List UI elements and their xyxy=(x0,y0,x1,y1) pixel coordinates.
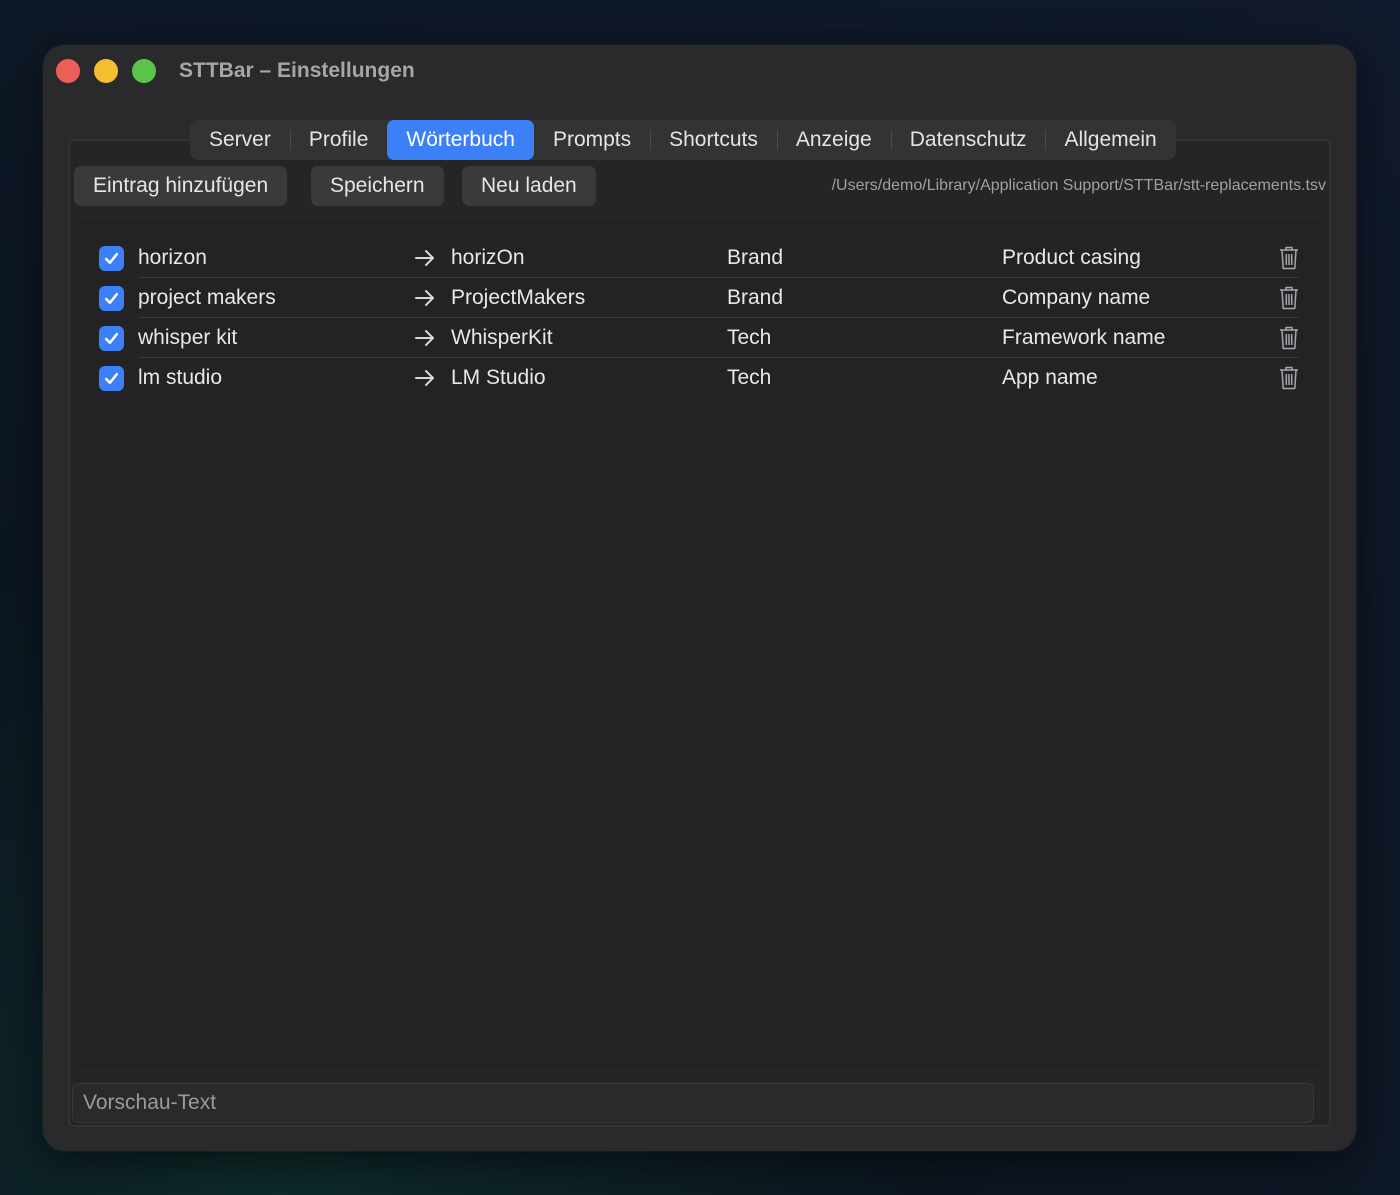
enabled-checkbox[interactable] xyxy=(99,326,124,351)
list-item: whisper kit WhisperKit Tech Framework na… xyxy=(74,318,1326,358)
arrow-right-icon xyxy=(414,367,436,389)
list-item: horizon horizOn Brand Product casing xyxy=(74,238,1326,278)
entry-to: horizOn xyxy=(451,246,525,269)
add-entry-button[interactable]: Eintrag hinzufügen xyxy=(74,166,288,206)
enabled-checkbox[interactable] xyxy=(99,246,124,271)
arrow-right-icon xyxy=(414,327,436,349)
enabled-checkbox[interactable] xyxy=(99,286,124,311)
window-maximize-button[interactable] xyxy=(132,59,156,83)
arrow-right-icon xyxy=(414,287,436,309)
replacement-list: horizon horizOn Brand Product casing pro… xyxy=(74,221,1326,1067)
entry-to: LM Studio xyxy=(451,366,546,389)
list-item: lm studio LM Studio Tech App name xyxy=(74,358,1326,398)
entry-from: project makers xyxy=(138,286,276,309)
entry-category: Brand xyxy=(727,286,784,309)
tab-prompts[interactable]: Prompts xyxy=(534,120,650,160)
trash-icon[interactable] xyxy=(1279,286,1299,310)
save-button[interactable]: Speichern xyxy=(311,166,444,206)
tab-allgemein[interactable]: Allgemein xyxy=(1045,120,1175,160)
trash-icon[interactable] xyxy=(1279,326,1299,350)
entry-note: App name xyxy=(1002,366,1098,389)
checkmark-icon xyxy=(104,332,119,345)
window-minimize-button[interactable] xyxy=(94,59,118,83)
window-close-button[interactable] xyxy=(56,59,80,83)
reload-button[interactable]: Neu laden xyxy=(462,166,596,206)
entry-note: Framework name xyxy=(1002,326,1166,349)
entry-to: WhisperKit xyxy=(451,326,553,349)
entry-category: Tech xyxy=(727,366,772,389)
entry-to: ProjectMakers xyxy=(451,286,586,309)
tab-shortcuts[interactable]: Shortcuts xyxy=(650,120,777,160)
trash-icon[interactable] xyxy=(1279,366,1299,390)
tab-bar: Server Profile Wörterbuch Prompts Shortc… xyxy=(190,120,1176,160)
tab-datenschutz[interactable]: Datenschutz xyxy=(890,120,1046,160)
enabled-checkbox[interactable] xyxy=(99,366,124,391)
settings-window: STTBar – Einstellungen Server Profile Wö… xyxy=(43,45,1356,1151)
window-title: STTBar – Einstellungen xyxy=(179,59,415,82)
entry-from: whisper kit xyxy=(138,326,238,349)
tab-server[interactable]: Server xyxy=(190,120,290,160)
checkmark-icon xyxy=(104,292,119,305)
entry-from: horizon xyxy=(138,246,207,269)
entry-from: lm studio xyxy=(138,366,223,389)
list-item: project makers ProjectMakers Brand Compa… xyxy=(74,278,1326,318)
preview-text-input[interactable] xyxy=(72,1083,1314,1123)
checkmark-icon xyxy=(104,372,119,385)
entry-category: Tech xyxy=(727,326,772,349)
tab-anzeige[interactable]: Anzeige xyxy=(776,120,891,160)
entry-category: Brand xyxy=(727,246,784,269)
entry-note: Company name xyxy=(1002,286,1151,309)
trash-icon[interactable] xyxy=(1279,246,1299,270)
arrow-right-icon xyxy=(414,247,436,269)
checkmark-icon xyxy=(104,252,119,265)
tab-profile[interactable]: Profile xyxy=(289,120,388,160)
file-path-label: /Users/demo/Library/Application Support/… xyxy=(831,177,1326,194)
tab-woerterbuch[interactable]: Wörterbuch xyxy=(387,120,534,160)
entry-note: Product casing xyxy=(1002,246,1141,269)
